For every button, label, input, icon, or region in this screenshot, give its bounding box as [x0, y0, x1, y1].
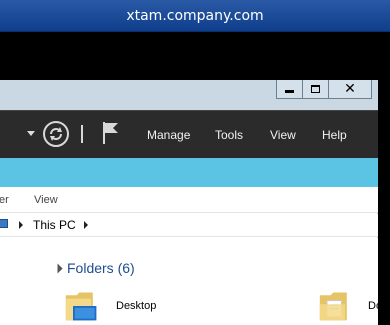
- menu-manage[interactable]: Manage: [147, 111, 190, 159]
- folder-label: Desktop: [116, 300, 157, 312]
- breadcrumb-this-pc[interactable]: This PC: [33, 218, 76, 232]
- window-controls: ✕: [276, 80, 372, 100]
- explorer-ribbon-header: [0, 158, 378, 187]
- breadcrumb-arrow-icon[interactable]: [84, 221, 88, 229]
- server-manager-toolbar: Manage Tools View Help: [0, 110, 378, 158]
- folder-desktop[interactable]: Desktop: [64, 286, 156, 325]
- close-icon: ✕: [344, 81, 356, 97]
- folders-group-label: Folders (6): [67, 260, 135, 276]
- documents-folder-icon: [319, 292, 347, 321]
- window-title-bar: ✕: [0, 80, 378, 112]
- chevron-down-icon[interactable]: [27, 131, 35, 136]
- ribbon-tabs: er View: [0, 187, 378, 213]
- minimize-button[interactable]: [276, 80, 303, 99]
- folder-label: Doc: [368, 300, 388, 312]
- refresh-icon: [50, 127, 62, 141]
- breadcrumb-arrow-icon[interactable]: [19, 221, 23, 229]
- maximize-button[interactable]: [302, 80, 329, 99]
- server-manager-window: ✕ Manage Tools View Help er View This PC…: [0, 80, 388, 325]
- collapse-triangle-icon: [52, 263, 63, 273]
- maximize-icon: [311, 85, 320, 93]
- ribbon-tab-view[interactable]: View: [34, 194, 58, 206]
- remote-desktop-background: [0, 32, 390, 80]
- address-bar[interactable]: This PC: [0, 214, 378, 237]
- session-title: xtam.company.com: [126, 7, 264, 24]
- session-title-bar: xtam.company.com: [0, 0, 390, 32]
- toolbar-divider: [81, 125, 83, 143]
- folders-group-header[interactable]: Folders (6): [52, 260, 135, 276]
- folder-documents[interactable]: Doc: [318, 286, 388, 325]
- menu-tools[interactable]: Tools: [215, 111, 243, 159]
- ribbon-tab-computer[interactable]: er: [0, 194, 9, 206]
- close-button[interactable]: ✕: [328, 80, 372, 99]
- minimize-icon: [285, 90, 294, 93]
- menu-view[interactable]: View: [270, 111, 296, 159]
- desktop-folder-icon: [65, 292, 97, 321]
- this-pc-icon: [0, 219, 8, 228]
- refresh-button[interactable]: [43, 121, 69, 147]
- notifications-flag-icon[interactable]: [102, 121, 120, 145]
- folder-view: Folders (6) Desktop Doc: [0, 238, 388, 325]
- menu-help[interactable]: Help: [322, 111, 347, 159]
